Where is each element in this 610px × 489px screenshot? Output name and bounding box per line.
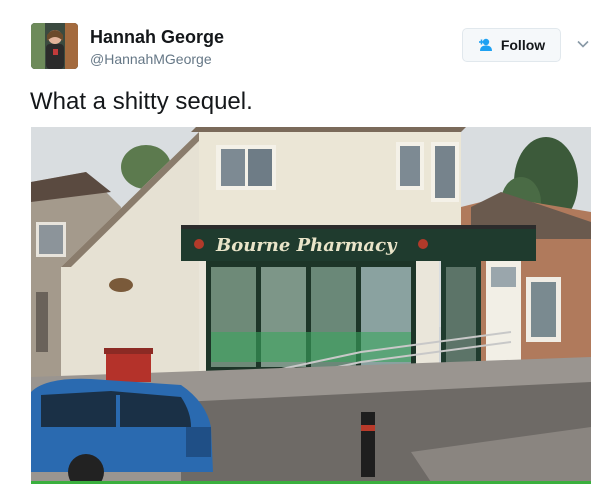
author-handle[interactable]: @HannahMGeorge — [90, 51, 212, 67]
tweet-card: Hannah George @HannahMGeorge Follow What… — [0, 0, 610, 489]
follow-label: Follow — [500, 37, 546, 53]
tweet-text: What a shitty sequel. — [30, 88, 253, 115]
author-name[interactable]: Hannah George — [90, 27, 224, 48]
follow-button[interactable]: Follow — [462, 28, 561, 62]
avatar-image — [31, 23, 78, 69]
tweet-photo[interactable]: Bourne Pharmacy — [31, 127, 591, 482]
photo-bottom-border — [31, 481, 591, 484]
add-user-icon — [478, 38, 496, 52]
shop-sign: Bourne Pharmacy — [215, 235, 398, 256]
pharmacy-photo: Bourne Pharmacy — [31, 127, 591, 482]
chevron-down-icon[interactable] — [576, 37, 590, 51]
avatar[interactable] — [31, 23, 78, 69]
